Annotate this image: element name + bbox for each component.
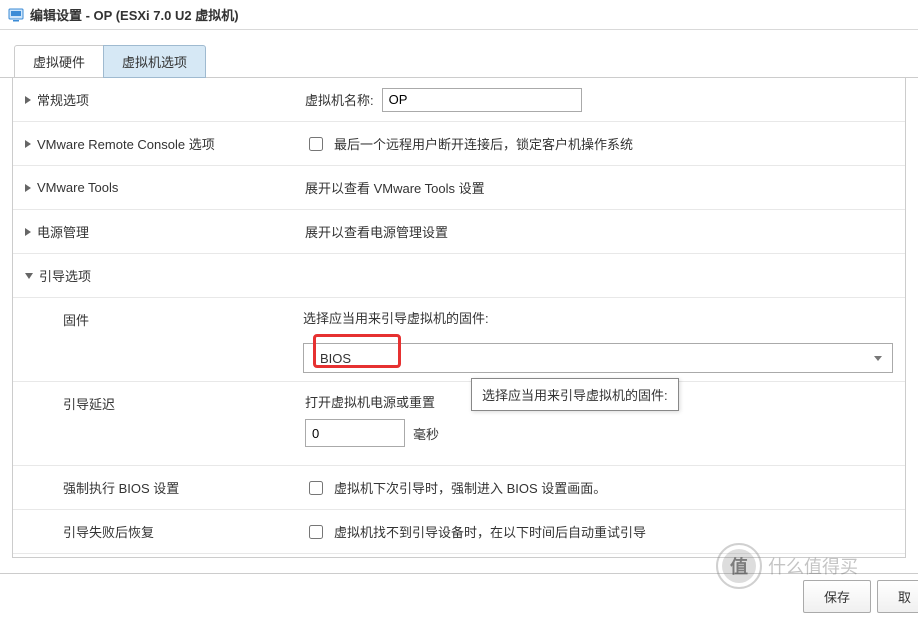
row-boot-options: 引导选项 bbox=[13, 254, 905, 298]
row-boot-fail-recovery: 引导失败后恢复 虚拟机找不到引导设备时，在以下时间后自动重试引导 bbox=[13, 510, 905, 554]
boot-delay-input[interactable] bbox=[305, 419, 405, 447]
edit-settings-dialog: 编辑设置 - OP (ESXi 7.0 U2 虚拟机) 虚拟硬件 虚拟机选项 常… bbox=[0, 0, 918, 619]
titlebar: 编辑设置 - OP (ESXi 7.0 U2 虚拟机) bbox=[0, 0, 918, 30]
row-bootfail-label: 引导失败后恢复 bbox=[63, 522, 154, 541]
tab-vm-options[interactable]: 虚拟机选项 bbox=[103, 45, 206, 78]
row-forcebios-label-col: 强制执行 BIOS 设置 bbox=[13, 470, 293, 505]
row-delay-label: 引导延迟 bbox=[63, 394, 115, 413]
chevron-right-icon bbox=[25, 184, 31, 192]
vmname-input[interactable] bbox=[382, 88, 582, 112]
row-general-options: 常规选项 虚拟机名称: bbox=[13, 78, 905, 122]
options-content: 常规选项 虚拟机名称: VMware Remote Console 选项 最后一… bbox=[12, 78, 906, 558]
dialog-footer: 值 什么值得买 保存 取 bbox=[0, 573, 918, 619]
delay-unit: 毫秒 bbox=[413, 424, 439, 443]
save-button[interactable]: 保存 bbox=[803, 580, 871, 613]
row-firmware-body: 选择应当用来引导虚拟机的固件: BIOS bbox=[291, 298, 905, 381]
row-vmrc-label: VMware Remote Console 选项 bbox=[37, 134, 215, 153]
tab-hardware[interactable]: 虚拟硬件 bbox=[14, 45, 104, 78]
row-firmware-label-col: 固件 bbox=[13, 298, 291, 337]
row-vmrc-body: 最后一个远程用户断开连接后，锁定客户机操作系统 bbox=[293, 126, 905, 162]
chevron-right-icon bbox=[25, 228, 31, 236]
vmrc-lock-checkbox[interactable] bbox=[309, 137, 323, 151]
row-forcebios-body: 虚拟机下次引导时，强制进入 BIOS 设置画面。 bbox=[293, 470, 905, 506]
vmrc-lock-label: 最后一个远程用户断开连接后，锁定客户机操作系统 bbox=[334, 134, 633, 153]
row-general-header[interactable]: 常规选项 bbox=[13, 82, 293, 117]
row-delay-label-col: 引导延迟 bbox=[13, 382, 293, 421]
tabbar: 虚拟硬件 虚拟机选项 bbox=[0, 30, 918, 78]
boot-fail-retry-checkbox[interactable] bbox=[309, 525, 323, 539]
row-power: 电源管理 展开以查看电源管理设置 bbox=[13, 210, 905, 254]
cancel-button[interactable]: 取 bbox=[877, 580, 918, 613]
firmware-select[interactable]: BIOS bbox=[303, 343, 893, 373]
row-vmtools-body: 展开以查看 VMware Tools 设置 bbox=[293, 170, 905, 205]
firmware-tooltip: 选择应当用来引导虚拟机的固件: bbox=[471, 378, 679, 411]
row-vmtools-header[interactable]: VMware Tools bbox=[13, 172, 293, 203]
power-hint: 展开以查看电源管理设置 bbox=[305, 222, 448, 241]
delay-hint: 打开虚拟机电源或重置 bbox=[305, 392, 435, 411]
force-bios-checkbox[interactable] bbox=[309, 481, 323, 495]
row-vmrc-options: VMware Remote Console 选项 最后一个远程用户断开连接后，锁… bbox=[13, 122, 905, 166]
boot-fail-retry-label: 虚拟机找不到引导设备时，在以下时间后自动重试引导 bbox=[334, 522, 646, 541]
row-boot-delay: 引导延迟 打开虚拟机电源或重置 毫秒 选择应当用来引导虚拟机的固件: bbox=[13, 382, 905, 466]
row-vmrc-header[interactable]: VMware Remote Console 选项 bbox=[13, 126, 293, 161]
vmtools-hint: 展开以查看 VMware Tools 设置 bbox=[305, 178, 485, 197]
row-force-bios: 强制执行 BIOS 设置 虚拟机下次引导时，强制进入 BIOS 设置画面。 bbox=[13, 466, 905, 510]
chevron-right-icon bbox=[25, 140, 31, 148]
row-boot-header[interactable]: 引导选项 bbox=[13, 258, 293, 293]
row-boot-label: 引导选项 bbox=[39, 266, 91, 285]
row-power-header[interactable]: 电源管理 bbox=[13, 214, 293, 249]
firmware-hint: 选择应当用来引导虚拟机的固件: bbox=[303, 308, 489, 327]
chevron-down-icon bbox=[25, 273, 33, 279]
row-boot-body bbox=[293, 268, 905, 284]
row-bootfail-body: 虚拟机找不到引导设备时，在以下时间后自动重试引导 bbox=[293, 514, 905, 550]
row-vmtools-label: VMware Tools bbox=[37, 180, 118, 195]
row-bootfail-label-col: 引导失败后恢复 bbox=[13, 514, 293, 549]
row-general-body: 虚拟机名称: bbox=[293, 80, 905, 120]
chevron-right-icon bbox=[25, 96, 31, 104]
row-forcebios-label: 强制执行 BIOS 设置 bbox=[63, 478, 179, 497]
row-firmware: 固件 选择应当用来引导虚拟机的固件: BIOS bbox=[13, 298, 905, 382]
force-bios-label: 虚拟机下次引导时，强制进入 BIOS 设置画面。 bbox=[334, 478, 606, 497]
row-power-body: 展开以查看电源管理设置 bbox=[293, 214, 905, 249]
row-vmtools: VMware Tools 展开以查看 VMware Tools 设置 bbox=[13, 166, 905, 210]
vmname-label: 虚拟机名称: bbox=[305, 90, 374, 109]
row-firmware-label: 固件 bbox=[63, 310, 89, 329]
row-general-label: 常规选项 bbox=[37, 90, 89, 109]
row-power-label: 电源管理 bbox=[37, 222, 89, 241]
chevron-down-icon bbox=[874, 356, 882, 361]
window-title: 编辑设置 - OP (ESXi 7.0 U2 虚拟机) bbox=[30, 5, 239, 24]
firmware-select-value: BIOS bbox=[314, 351, 351, 366]
vm-icon bbox=[8, 7, 24, 23]
